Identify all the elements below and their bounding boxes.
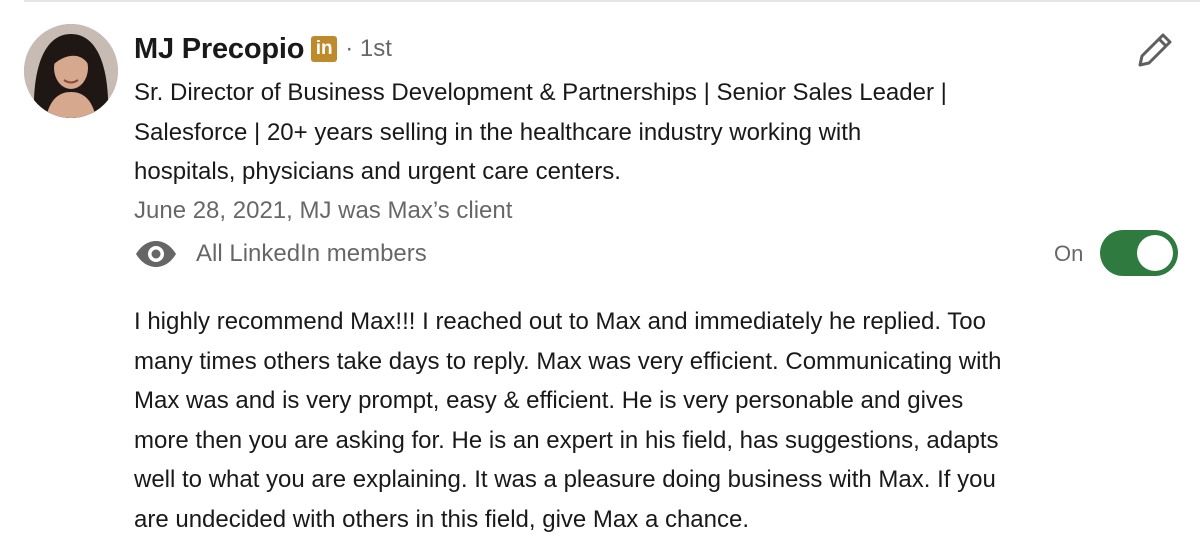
edit-button[interactable] [1132,27,1178,73]
recommendation-text-line: many times others take days to reply. Ma… [134,347,1002,375]
visibility-label: All LinkedIn members [196,240,427,267]
visibility-toggle[interactable] [1100,230,1178,276]
recommendation-text-line: more then you are asking for. He is an e… [134,426,999,454]
recommendation-text-line: Max was and is very prompt, easy & effic… [134,387,964,415]
author-name[interactable]: MJ Precopio [134,33,304,66]
eye-icon [136,241,176,267]
author-headline: Sr. Director of Business Development & P… [134,73,1114,192]
avatar-photo [24,24,118,118]
linkedin-premium-badge-icon: in [311,36,338,62]
connection-degree: · 1st [345,35,392,62]
top-divider [24,0,1200,2]
recommendation-text-line: I highly recommend Max!!! I reached out … [134,308,986,335]
visibility-row: All LinkedIn members [134,236,427,272]
headline-line: Salesforce | 20+ years selling in the he… [134,118,862,146]
toggle-state-label: On [1054,241,1084,266]
recommendation-text-line: are undecided with others in this field,… [134,505,750,533]
recommendation-meta: June 28, 2021, MJ was Max’s client [134,197,513,224]
headline-line: hospitals, physicians and urgent care ce… [134,158,621,185]
author-name-row: MJ Precopio in · 1st [134,29,392,69]
headline-line: Sr. Director of Business Development & P… [134,79,947,106]
recommendation-text: I highly recommend Max!!! I reached out … [134,302,1174,540]
recommendation-text-line: well to what you are explaining. It was … [134,466,996,494]
avatar[interactable] [24,24,118,118]
toggle-knob [1137,235,1173,271]
pencil-icon [1138,33,1172,67]
